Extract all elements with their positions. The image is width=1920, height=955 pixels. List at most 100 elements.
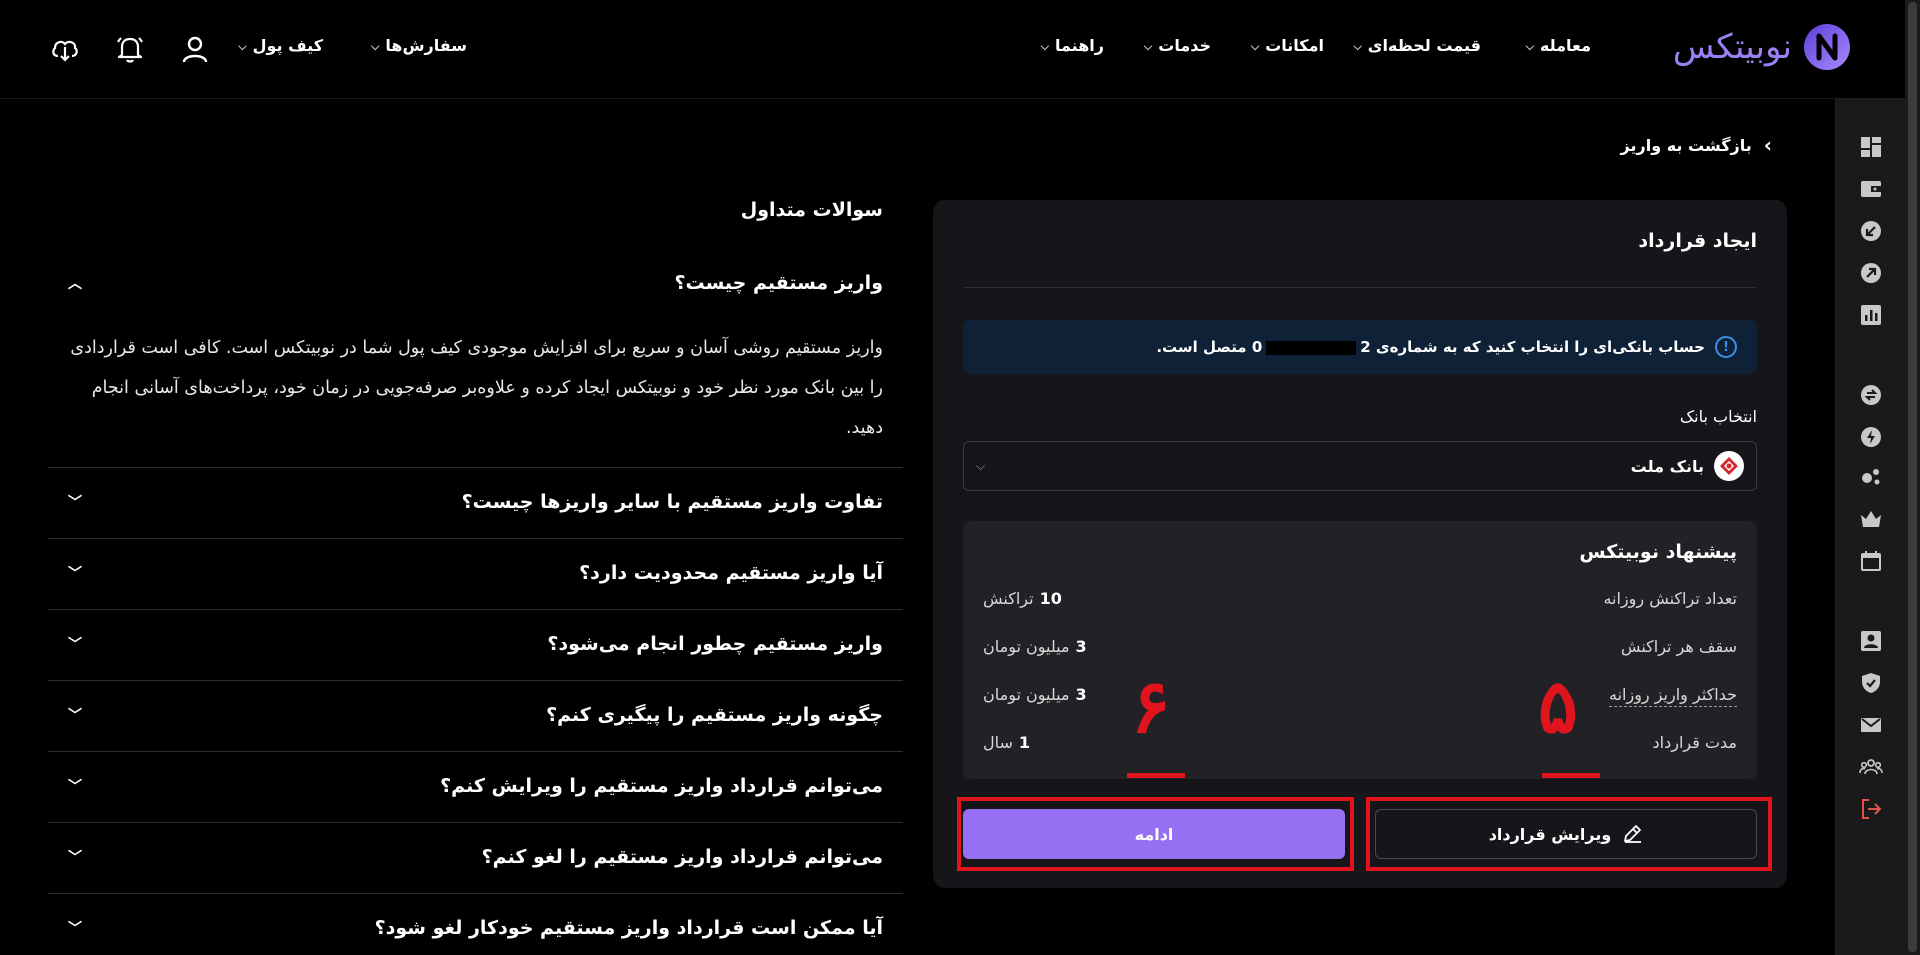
chevron-down-icon: ⌵ bbox=[1353, 39, 1362, 53]
info-banner: ! حساب بانکی‌ای را انتخاب کنید که به شما… bbox=[963, 320, 1757, 374]
back-label: بازگشت به واریز bbox=[1620, 135, 1752, 155]
offer-row-daily-max: حداکثر واریز روزانه 3 میلیون تومان bbox=[983, 685, 1737, 707]
faq-item[interactable]: آیا واریز مستقیم محدودیت دارد؟ ﹀ bbox=[48, 550, 903, 596]
faq-item[interactable]: می‌توانم قرارداد واریز مستقیم را ویرایش … bbox=[48, 763, 903, 809]
notification-bell-icon[interactable] bbox=[115, 34, 145, 64]
offer-value: 3 میلیون تومان bbox=[983, 685, 1087, 707]
offer-label-tooltip[interactable]: حداکثر واریز روزانه bbox=[1608, 685, 1737, 707]
faq-question: آیا ممکن است قرارداد واریز مستقیم خودکار… bbox=[374, 917, 883, 939]
chevron-down-icon: ⌵ bbox=[1040, 39, 1049, 53]
chevron-down-icon: ﹀ bbox=[68, 708, 82, 724]
nav-label: قیمت لحظه‌ای bbox=[1367, 36, 1481, 55]
wallet-icon[interactable] bbox=[1859, 177, 1883, 201]
faq-question: تفاوت واریز مستقیم با سایر واریزها چیست؟ bbox=[461, 491, 883, 513]
faq-item[interactable]: واریز مستقیم چطور انجام می‌شود؟ ﹀ bbox=[48, 621, 903, 667]
bank-select-label: انتخاب بانک bbox=[1679, 407, 1757, 426]
logo-mark-icon bbox=[1804, 24, 1850, 70]
report-icon[interactable] bbox=[1859, 303, 1883, 327]
offer-value: 3 میلیون تومان bbox=[983, 637, 1087, 656]
mail-icon[interactable] bbox=[1859, 713, 1883, 737]
withdraw-icon[interactable] bbox=[1859, 261, 1883, 285]
annotation-underline-5 bbox=[1542, 773, 1600, 778]
nav-guide[interactable]: راهنما ⌵ bbox=[1041, 36, 1104, 55]
faq-item[interactable]: آیا ممکن است قرارداد واریز مستقیم خودکار… bbox=[48, 905, 903, 951]
nav-label: سفارش‌ها bbox=[385, 36, 467, 55]
faq-question: می‌توانم قرارداد واریز مستقیم را لغو کنم… bbox=[481, 846, 883, 868]
nav-live-price[interactable]: قیمت لحظه‌ای ⌵ bbox=[1353, 36, 1481, 55]
faq-divider bbox=[48, 680, 903, 681]
back-to-deposit-link[interactable]: › بازگشت به واریز bbox=[1621, 133, 1772, 157]
nav-orders[interactable]: سفارش‌ها ⌵ bbox=[371, 36, 467, 55]
chevron-down-icon: ⌵ bbox=[976, 458, 986, 473]
offer-unit: میلیون تومان bbox=[983, 637, 1070, 656]
faq-divider bbox=[48, 751, 903, 752]
create-contract-card: ایجاد قرارداد ! حساب بانکی‌ای را انتخاب … bbox=[933, 200, 1787, 888]
bank-select[interactable]: بانک ملت ⌵ bbox=[963, 441, 1757, 491]
faq-title: سوالات متداول bbox=[740, 199, 883, 221]
chevron-down-icon: ﹀ bbox=[68, 566, 82, 582]
annotation-underline-6 bbox=[1127, 773, 1185, 778]
offer-number: 1 bbox=[1018, 733, 1031, 752]
nav-wallet[interactable]: کیف پول ⌵ bbox=[238, 36, 323, 55]
offer-number: 10 bbox=[1039, 589, 1062, 608]
lightning-icon[interactable] bbox=[1859, 425, 1883, 449]
offer-label: سقف هر تراکنش bbox=[1620, 637, 1737, 656]
profile-card-icon[interactable] bbox=[1859, 629, 1883, 653]
calendar-icon[interactable] bbox=[1859, 549, 1883, 573]
exchange-icon[interactable] bbox=[1859, 383, 1883, 407]
annotation-number-6: ۶ bbox=[1131, 664, 1171, 750]
card-title: ایجاد قرارداد bbox=[1638, 230, 1757, 252]
info-text: حساب بانکی‌ای را انتخاب کنید که به شماره… bbox=[1156, 338, 1705, 356]
offer-row-tx-limit: سقف هر تراکنش 3 میلیون تومان bbox=[983, 637, 1737, 656]
offer-number: 3 bbox=[1075, 637, 1087, 656]
nav-services[interactable]: خدمات ⌵ bbox=[1144, 36, 1211, 55]
faq-item[interactable]: می‌توانم قرارداد واریز مستقیم را لغو کنم… bbox=[48, 834, 903, 880]
highlight-box-continue bbox=[957, 797, 1354, 871]
crown-icon[interactable] bbox=[1859, 507, 1883, 531]
faq-divider bbox=[48, 893, 903, 894]
divider bbox=[963, 287, 1757, 288]
chevron-down-icon: ⌵ bbox=[1143, 39, 1153, 53]
highlight-box-edit bbox=[1366, 797, 1772, 871]
offer-value: 1 سال bbox=[983, 733, 1030, 752]
social-icon[interactable] bbox=[1859, 465, 1883, 489]
page-scrollbar[interactable] bbox=[1905, 0, 1920, 955]
nav-trade[interactable]: معامله ⌵ bbox=[1526, 36, 1591, 55]
dashboard-icon[interactable] bbox=[1859, 135, 1883, 159]
bank-mellat-logo-icon bbox=[1714, 451, 1744, 481]
info-prefix: حساب بانکی‌ای را انتخاب کنید که به شماره… bbox=[1360, 338, 1705, 356]
chevron-down-icon: ﹀ bbox=[68, 779, 82, 795]
deposit-icon[interactable] bbox=[1859, 219, 1883, 243]
right-sidebar bbox=[1835, 99, 1905, 955]
faq-item-open[interactable]: واریز مستقیم چیست؟ ︿ bbox=[48, 262, 903, 304]
offer-title: پیشنهاد نوبیتکس bbox=[1579, 541, 1737, 563]
offer-unit: سال bbox=[983, 733, 1013, 752]
nav-label: امکانات bbox=[1265, 36, 1324, 55]
chevron-down-icon: ⌵ bbox=[1525, 39, 1534, 53]
download-app-icon[interactable] bbox=[50, 34, 80, 64]
offer-unit: میلیون تومان bbox=[983, 685, 1070, 704]
logout-icon[interactable] bbox=[1859, 797, 1883, 821]
nav-label: معامله bbox=[1539, 36, 1591, 55]
chevron-down-icon: ﹀ bbox=[68, 850, 82, 866]
referral-icon[interactable] bbox=[1859, 755, 1883, 779]
chevron-down-icon: ⌵ bbox=[238, 39, 247, 53]
chevron-down-icon: ﹀ bbox=[68, 637, 82, 653]
faq-question: می‌توانم قرارداد واریز مستقیم را ویرایش … bbox=[440, 775, 883, 797]
faq-divider bbox=[48, 538, 903, 539]
profile-icon[interactable] bbox=[180, 34, 210, 64]
faq-divider bbox=[48, 467, 903, 468]
scrollbar-thumb[interactable] bbox=[1908, 2, 1917, 952]
shield-check-icon[interactable] bbox=[1859, 671, 1883, 695]
bank-name: بانک ملت bbox=[1630, 456, 1704, 476]
nobitex-logo[interactable]: نوبیتکس bbox=[1673, 22, 1852, 72]
faq-item[interactable]: چگونه واریز مستقیم را پیگیری کنم؟ ﹀ bbox=[48, 692, 903, 738]
faq-item[interactable]: تفاوت واریز مستقیم با سایر واریزها چیست؟… bbox=[48, 479, 903, 525]
nav-label: خدمات bbox=[1158, 36, 1211, 55]
info-icon: ! bbox=[1715, 336, 1737, 358]
nav-features[interactable]: امکانات ⌵ bbox=[1251, 36, 1324, 55]
chevron-down-icon: ⌵ bbox=[371, 39, 380, 53]
offer-number: 3 bbox=[1075, 685, 1087, 704]
offer-unit: تراکنش bbox=[983, 589, 1034, 608]
offer-label: مدت قرارداد bbox=[1652, 733, 1737, 752]
